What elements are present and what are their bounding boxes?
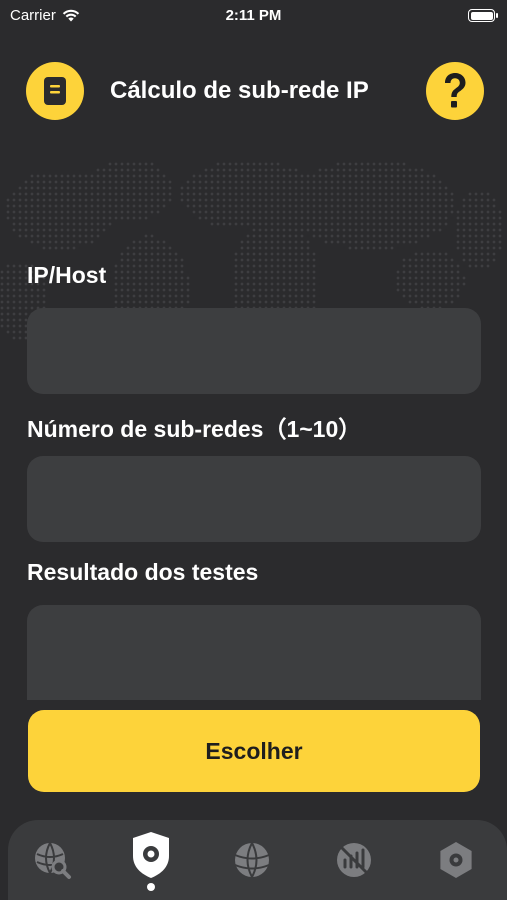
battery-icon bbox=[468, 9, 498, 22]
page-title: Cálculo de sub-rede IP bbox=[110, 77, 369, 104]
history-button[interactable] bbox=[26, 62, 84, 120]
subnet-count-input[interactable] bbox=[27, 456, 481, 542]
help-button[interactable] bbox=[426, 62, 484, 120]
globe-icon bbox=[234, 842, 270, 878]
shield-location-icon bbox=[133, 832, 169, 878]
clock: 2:11 PM bbox=[225, 7, 282, 24]
no-signal-icon bbox=[337, 843, 371, 877]
question-icon bbox=[445, 73, 466, 108]
ip-host-input[interactable] bbox=[27, 308, 481, 394]
tab-bar bbox=[8, 820, 507, 900]
status-bar: Carrier 2:11 PM bbox=[0, 0, 507, 32]
subnet-count-label: Número de sub-redes（1~10） bbox=[27, 416, 362, 442]
test-results-area[interactable] bbox=[27, 605, 481, 700]
test-results-label: Resultado dos testes bbox=[27, 559, 259, 585]
tab-globe[interactable] bbox=[230, 838, 274, 882]
tab-ip-calculator[interactable] bbox=[129, 830, 173, 880]
tab-globe-search[interactable] bbox=[30, 838, 74, 882]
tab-no-signal[interactable] bbox=[332, 838, 376, 882]
tab-settings[interactable] bbox=[434, 838, 478, 882]
app-header: Cálculo de sub-rede IP bbox=[0, 62, 507, 120]
settings-gear-icon bbox=[440, 842, 472, 878]
choose-button[interactable]: Escolher bbox=[28, 710, 480, 792]
ip-host-label: IP/Host bbox=[27, 262, 107, 288]
document-icon bbox=[44, 77, 66, 105]
active-tab-indicator bbox=[147, 883, 155, 891]
globe-search-icon bbox=[35, 842, 71, 879]
